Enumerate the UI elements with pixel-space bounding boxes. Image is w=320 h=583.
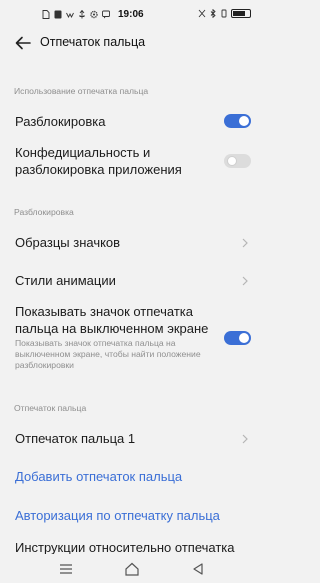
icon-styles-label: Образцы значков: [15, 235, 121, 250]
instructions-row[interactable]: Инструкции относительно отпечатка: [0, 536, 265, 554]
messages-icon: [102, 10, 110, 19]
vk-icon: [66, 12, 74, 19]
add-fingerprint-row[interactable]: Добавить отпечаток пальца: [0, 464, 265, 490]
animation-styles-row[interactable]: Стили анимации: [0, 268, 265, 294]
status-icons-left: 19:06: [42, 9, 144, 20]
chevron-right-icon: [242, 434, 248, 444]
menu-icon[interactable]: [58, 562, 74, 576]
back-arrow-icon[interactable]: [14, 34, 32, 52]
add-fingerprint-link[interactable]: Добавить отпечаток пальца: [15, 468, 182, 485]
alarm-icon: [198, 9, 206, 18]
auth-link[interactable]: Авторизация по отпечатку пальца: [15, 507, 220, 524]
back-icon[interactable]: [190, 562, 206, 576]
status-time: 19:06: [118, 9, 144, 20]
home-icon[interactable]: [124, 562, 140, 576]
fingerprint-1-row[interactable]: Отпечаток пальца 1: [0, 426, 265, 452]
fingerprint-1-label: Отпечаток пальца 1: [15, 431, 136, 446]
chevron-right-icon: [242, 276, 248, 286]
settings-icon: [90, 10, 98, 19]
page-title: Отпечаток пальца: [40, 35, 146, 49]
vibrate-icon: [221, 9, 227, 18]
instructions-label: Инструкции относительно отпечатка: [15, 540, 235, 554]
privacy-label: Конфедициальность и разблокировка прилож…: [15, 145, 182, 178]
auth-row[interactable]: Авторизация по отпечатку пальца: [0, 503, 265, 529]
show-icon-label: Показывать значок отпечатка пальца на вы…: [15, 304, 209, 337]
bluetooth-icon: [210, 9, 216, 18]
unlock-label: Разблокировка: [15, 114, 106, 129]
show-icon-toggle[interactable]: [224, 331, 251, 345]
app-bar: Отпечаток пальца: [0, 30, 265, 56]
battery-icon: [231, 9, 251, 18]
section-header-fingerprints: Отпечаток пальца: [14, 403, 87, 413]
privacy-toggle[interactable]: [224, 154, 251, 168]
file-icon: [42, 10, 50, 19]
notification-icon: [54, 10, 62, 19]
status-bar: 19:06: [0, 0, 265, 30]
navigation-bar: [0, 555, 265, 583]
unlock-toggle[interactable]: [224, 114, 251, 128]
usb-icon: [79, 10, 85, 19]
show-icon-description: Показывать значок отпечатка пальца на вы…: [15, 338, 201, 371]
chevron-right-icon: [242, 238, 248, 248]
show-icon-row[interactable]: Показывать значок отпечатка пальца на вы…: [0, 303, 265, 375]
status-icons-right: [198, 9, 251, 18]
icon-styles-row[interactable]: Образцы значков: [0, 230, 265, 256]
animation-styles-label: Стили анимации: [15, 273, 116, 288]
unlock-row[interactable]: Разблокировка: [0, 108, 265, 136]
section-header-usage: Использование отпечатка пальца: [14, 86, 149, 96]
privacy-row[interactable]: Конфедициальность и разблокировка прилож…: [0, 144, 265, 180]
section-header-unlock: Разблокировка: [14, 207, 74, 217]
